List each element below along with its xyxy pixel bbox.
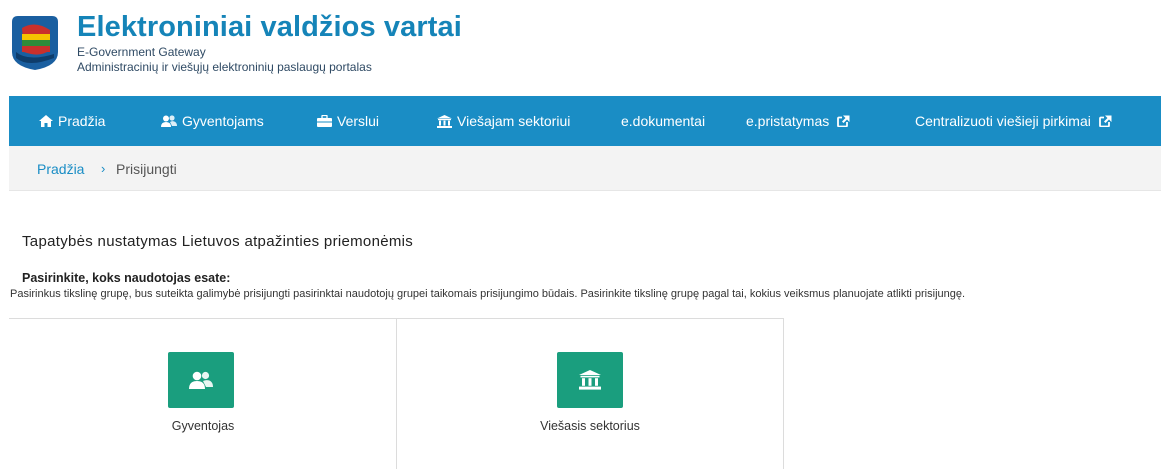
nav-item-e-delivery[interactable]: e.pristatymas	[746, 96, 850, 146]
users-icon	[161, 115, 177, 127]
nav-item-label: Verslui	[337, 113, 380, 129]
user-type-cards: Gyventojas Viešasis sektorius	[9, 318, 784, 469]
nav-item-label: e.pristatymas	[746, 113, 830, 129]
nav-item-business[interactable]: Verslui	[317, 96, 379, 146]
card-resident[interactable]: Gyventojas	[9, 319, 397, 469]
site-header: Elektroniniai valdžios vartai E-Governme…	[0, 0, 1161, 96]
nav-item-label: e.dokumentai	[621, 113, 706, 129]
nav-item-public-sector[interactable]: Viešajam sektoriui	[437, 96, 570, 146]
nav-item-residents[interactable]: Gyventojams	[161, 96, 264, 146]
site-title[interactable]: Elektroniniai valdžios vartai	[77, 11, 462, 44]
breadcrumb-home-link[interactable]: Pradžia	[37, 161, 84, 177]
main-navigation: Pradžia Gyventojams Verslui Viešajam sek…	[9, 96, 1161, 146]
briefcase-icon	[317, 115, 332, 127]
breadcrumb-current: Prisijungti	[116, 161, 177, 177]
institution-icon	[437, 114, 452, 128]
page-title: Tapatybės nustatymas Lietuvos atpažintie…	[22, 233, 414, 250]
nav-item-e-documents[interactable]: e.dokumentai	[621, 96, 705, 146]
site-subtitle: E-Government Gateway	[77, 45, 206, 59]
nav-item-label: Viešajam sektoriui	[457, 113, 571, 129]
institution-icon	[557, 352, 623, 408]
nav-item-label: Pradžia	[58, 113, 106, 129]
user-type-description: Pasirinkus tikslinę grupę, bus suteikta …	[10, 288, 966, 300]
external-link-icon	[837, 115, 850, 127]
user-type-heading: Pasirinkite, koks naudotojas esate:	[22, 271, 231, 285]
nav-item-label: Gyventojams	[182, 113, 264, 129]
chevron-right-icon: ›	[101, 161, 106, 176]
card-label: Viešasis sektorius	[540, 419, 640, 433]
card-label: Gyventojas	[171, 419, 235, 433]
nav-item-home[interactable]: Pradžia	[39, 96, 105, 146]
users-icon	[168, 352, 234, 408]
nav-item-label: Centralizuoti viešieji pirkimai	[915, 113, 1091, 129]
breadcrumb: Pradžia › Prisijungti	[9, 146, 1161, 191]
coat-of-arms-logo[interactable]	[8, 12, 62, 72]
site-tagline: Administracinių ir viešųjų elektroninių …	[77, 60, 372, 74]
card-public-sector[interactable]: Viešasis sektorius	[396, 319, 784, 469]
external-link-icon	[1098, 115, 1112, 127]
nav-item-central-procurement[interactable]: Centralizuoti viešieji pirkimai	[915, 96, 1112, 146]
home-icon	[39, 115, 53, 127]
